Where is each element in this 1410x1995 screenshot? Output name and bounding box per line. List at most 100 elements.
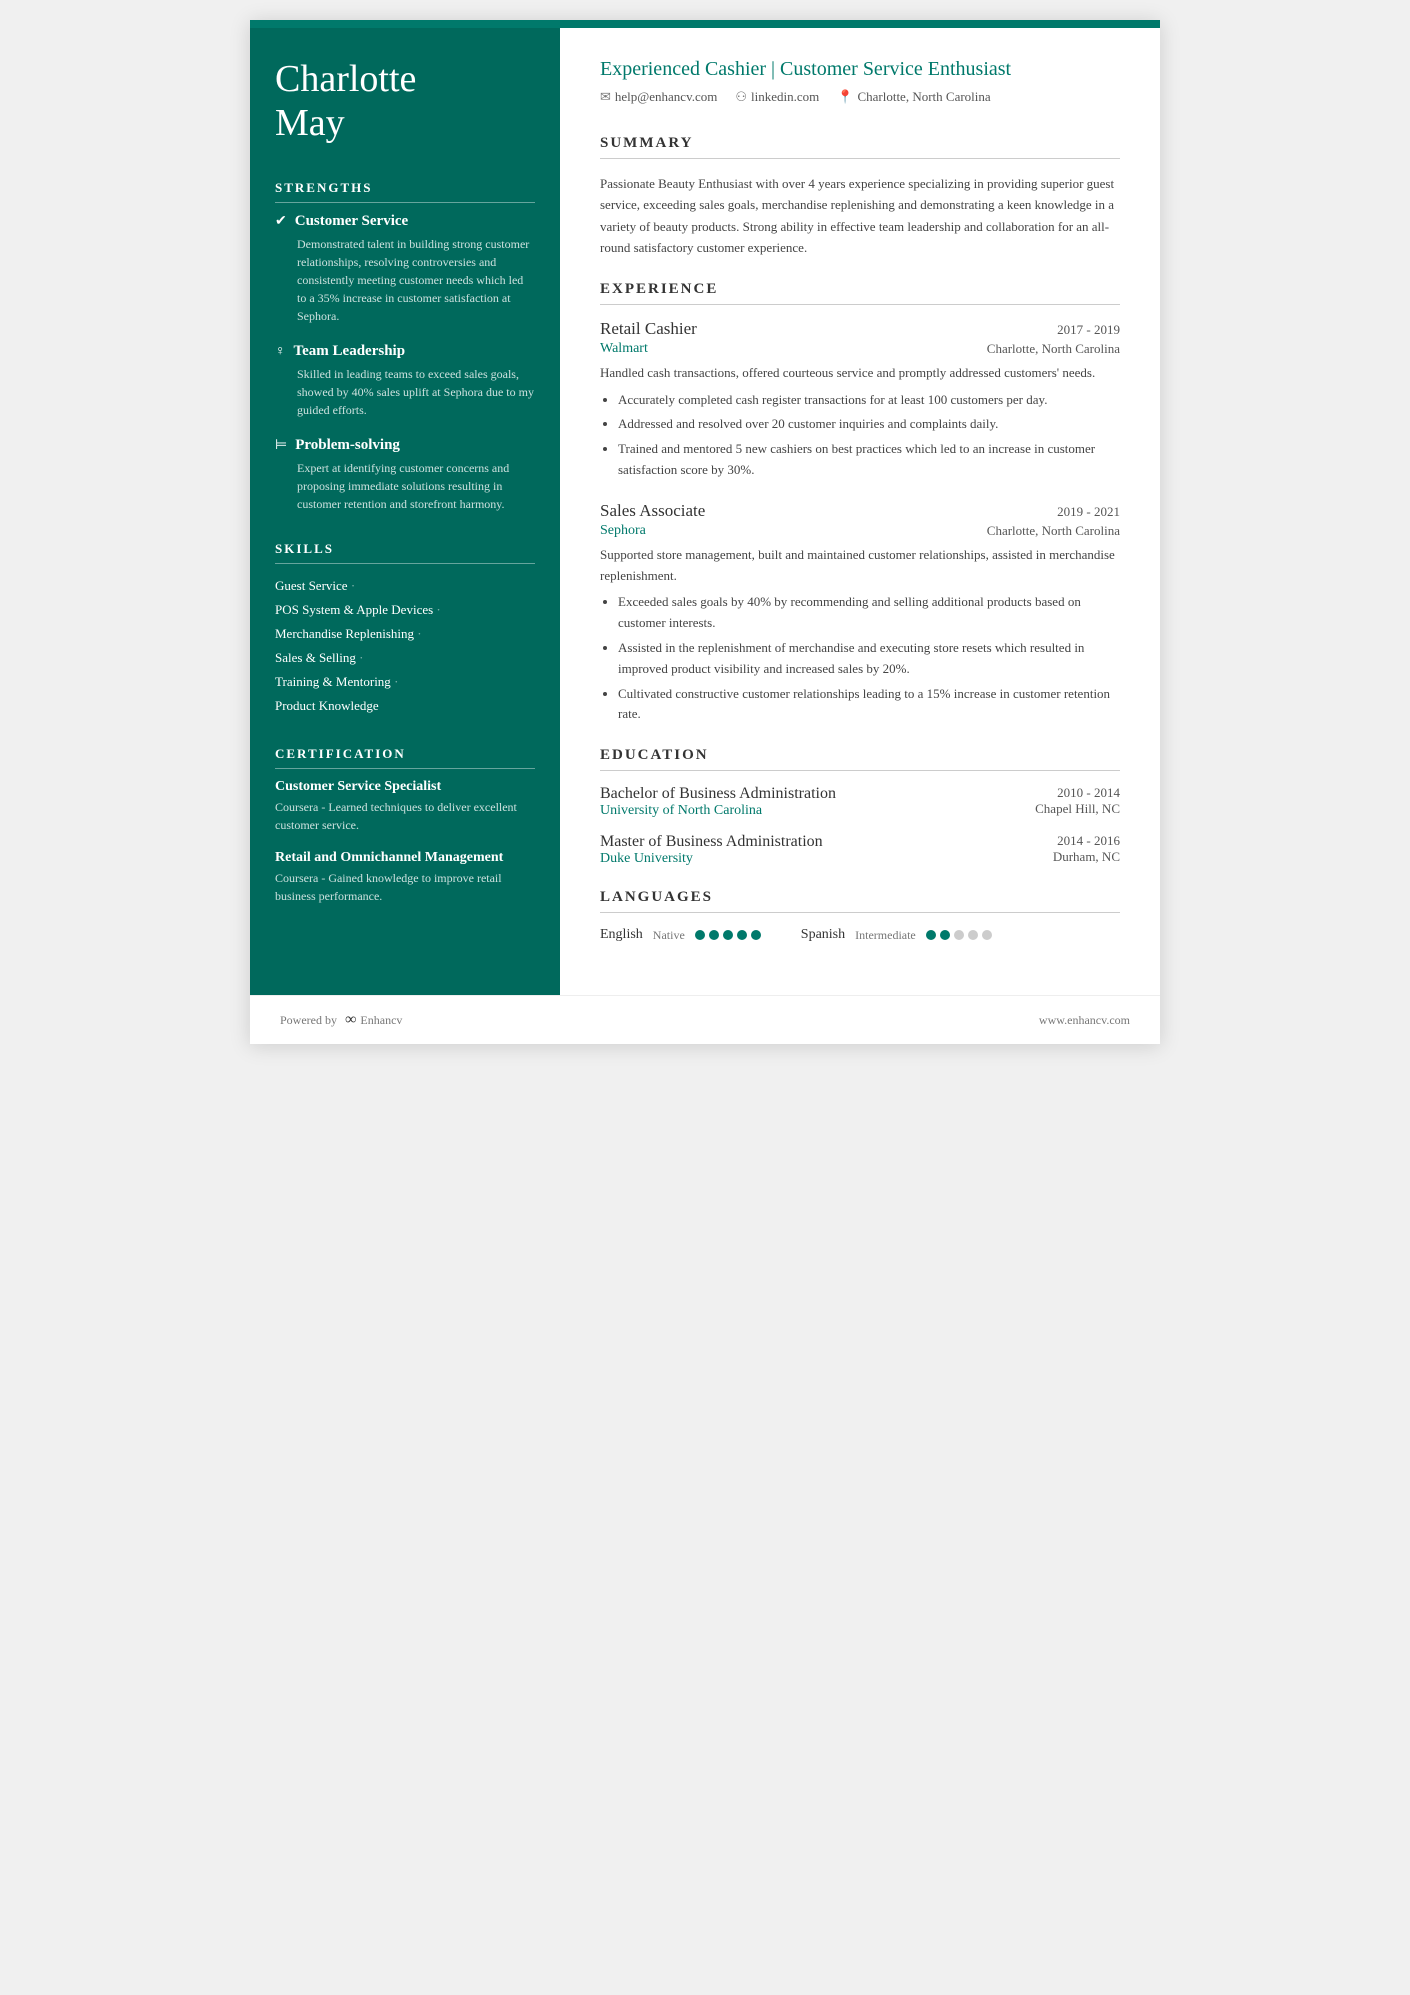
bullet-2-3: Cultivated constructive customer relatio… xyxy=(618,684,1120,726)
skill-training: Training & Mentoring xyxy=(275,670,535,694)
strength-header-3: ⊨ Problem-solving xyxy=(275,437,535,454)
location-text: Charlotte, North Carolina xyxy=(857,89,990,105)
lang-spanish-dots xyxy=(926,930,992,940)
linkedin-icon: ⚇ xyxy=(735,89,747,105)
cert-item-2: Retail and Omnichannel Management Course… xyxy=(275,850,535,905)
email-contact: ✉ help@enhancv.com xyxy=(600,89,717,105)
main-header: Experienced Cashier | Customer Service E… xyxy=(600,58,1120,110)
location-contact: 📍 Charlotte, North Carolina xyxy=(837,89,990,105)
exp-bullets-2: Exceeded sales goals by 40% by recommend… xyxy=(600,592,1120,725)
edu-entry-2: Master of Business Administration Duke U… xyxy=(600,833,1120,867)
skill-sales: Sales & Selling xyxy=(275,646,535,670)
strength-item-2: ♀ Team Leadership Skilled in leading tea… xyxy=(275,343,535,419)
edu-dates-1: 2010 - 2014 xyxy=(1035,785,1120,801)
dot-5 xyxy=(751,930,761,940)
cert-item-1: Customer Service Specialist Coursera - L… xyxy=(275,779,535,834)
job-title: Experienced Cashier | Customer Service E… xyxy=(600,58,1120,81)
main-content: Experienced Cashier | Customer Service E… xyxy=(560,28,1160,995)
dot-s5 xyxy=(982,930,992,940)
resume-body: Charlotte May STRENGTHS ✔ Customer Servi… xyxy=(250,28,1160,995)
exp-role-2: Sales Associate xyxy=(600,501,705,521)
cert-title-2: Retail and Omnichannel Management xyxy=(275,850,535,866)
bullet-2-1: Exceeded sales goals by 40% by recommend… xyxy=(618,592,1120,634)
brand-name: Enhancv xyxy=(360,1013,402,1028)
skill-merchandise: Merchandise Replenishing xyxy=(275,622,535,646)
resume-container: Charlotte May STRENGTHS ✔ Customer Servi… xyxy=(250,20,1160,1044)
candidate-name: Charlotte May xyxy=(275,58,535,145)
exp-dates-2: 2019 - 2021 xyxy=(1057,504,1120,520)
problem-icon: ⊨ xyxy=(275,437,287,454)
bullet-1-1: Accurately completed cash register trans… xyxy=(618,390,1120,411)
email-icon: ✉ xyxy=(600,89,611,105)
strength-header-1: ✔ Customer Service xyxy=(275,213,535,230)
strengths-section: STRENGTHS ✔ Customer Service Demonstrate… xyxy=(275,180,535,513)
lang-english-dots xyxy=(695,930,761,940)
exp-entry-1: Retail Cashier 2017 - 2019 Walmart Charl… xyxy=(600,319,1120,481)
footer-right: www.enhancv.com xyxy=(1039,1013,1130,1028)
email-text: help@enhancv.com xyxy=(615,89,717,105)
dot-4 xyxy=(737,930,747,940)
experience-section: EXPERIENCE Retail Cashier 2017 - 2019 Wa… xyxy=(600,281,1120,725)
strength-item-1: ✔ Customer Service Demonstrated talent i… xyxy=(275,213,535,325)
summary-section: SUMMARY Passionate Beauty Enthusiast wit… xyxy=(600,135,1120,259)
skill-guest-service: Guest Service xyxy=(275,574,535,598)
dot-s2 xyxy=(940,930,950,940)
lang-english-level: Native xyxy=(653,928,685,943)
footer-logo: ∞ Enhancv xyxy=(345,1011,402,1029)
education-title: EDUCATION xyxy=(600,747,1120,771)
strength-title-3: Problem-solving xyxy=(295,437,400,454)
website-text: www.enhancv.com xyxy=(1039,1013,1130,1027)
lang-spanish-level: Intermediate xyxy=(855,928,916,943)
exp-header-row-1: Retail Cashier 2017 - 2019 xyxy=(600,319,1120,339)
edu-right-1: 2010 - 2014 Chapel Hill, NC xyxy=(1035,785,1120,817)
dot-s1 xyxy=(926,930,936,940)
skills-title: SKILLS xyxy=(275,541,535,564)
exp-bullets-1: Accurately completed cash register trans… xyxy=(600,390,1120,481)
edu-left-1: Bachelor of Business Administration Univ… xyxy=(600,785,836,819)
dot-s4 xyxy=(968,930,978,940)
linkedin-text: linkedin.com xyxy=(751,89,819,105)
edu-school-1: University of North Carolina xyxy=(600,803,836,819)
edu-dates-2: 2014 - 2016 xyxy=(1053,833,1120,849)
enhancv-logo-icon: ∞ xyxy=(345,1011,356,1029)
edu-right-2: 2014 - 2016 Durham, NC xyxy=(1053,833,1120,865)
strength-desc-3: Expert at identifying customer concerns … xyxy=(275,459,535,513)
languages-row: English Native Spanish Intermediate xyxy=(600,927,1120,943)
bullet-2-2: Assisted in the replenishment of merchan… xyxy=(618,638,1120,680)
exp-desc-2: Supported store management, built and ma… xyxy=(600,545,1120,587)
edu-loc-2: Durham, NC xyxy=(1053,849,1120,865)
exp-location-2: Charlotte, North Carolina xyxy=(987,523,1120,539)
bullet-1-3: Trained and mentored 5 new cashiers on b… xyxy=(618,439,1120,481)
checkmark-icon: ✔ xyxy=(275,213,287,230)
exp-role-1: Retail Cashier xyxy=(600,319,697,339)
skill-pos-system: POS System & Apple Devices xyxy=(275,598,535,622)
skill-product-knowledge: Product Knowledge xyxy=(275,694,535,718)
lang-english: English Native xyxy=(600,927,761,943)
powered-by-text: Powered by xyxy=(280,1013,337,1028)
summary-title: SUMMARY xyxy=(600,135,1120,159)
contact-line: ✉ help@enhancv.com ⚇ linkedin.com 📍 Char… xyxy=(600,89,1120,105)
edu-loc-1: Chapel Hill, NC xyxy=(1035,801,1120,817)
exp-sub-row-2: Sephora Charlotte, North Carolina xyxy=(600,523,1120,539)
top-accent-bar xyxy=(250,20,1160,28)
exp-company-2: Sephora xyxy=(600,523,646,539)
strengths-title: STRENGTHS xyxy=(275,180,535,203)
strength-title-2: Team Leadership xyxy=(294,343,406,360)
summary-text: Passionate Beauty Enthusiast with over 4… xyxy=(600,173,1120,259)
experience-title: EXPERIENCE xyxy=(600,281,1120,305)
edu-school-2: Duke University xyxy=(600,851,823,867)
lang-spanish-name: Spanish xyxy=(801,927,845,943)
dot-s3 xyxy=(954,930,964,940)
certification-title: CERTIFICATION xyxy=(275,746,535,769)
exp-sub-row-1: Walmart Charlotte, North Carolina xyxy=(600,341,1120,357)
footer-left: Powered by ∞ Enhancv xyxy=(280,1011,402,1029)
exp-location-1: Charlotte, North Carolina xyxy=(987,341,1120,357)
dot-3 xyxy=(723,930,733,940)
edu-degree-2: Master of Business Administration xyxy=(600,833,823,851)
dot-2 xyxy=(709,930,719,940)
sidebar: Charlotte May STRENGTHS ✔ Customer Servi… xyxy=(250,28,560,995)
exp-header-row-2: Sales Associate 2019 - 2021 xyxy=(600,501,1120,521)
lang-spanish: Spanish Intermediate xyxy=(801,927,992,943)
bullet-1-2: Addressed and resolved over 20 customer … xyxy=(618,414,1120,435)
exp-dates-1: 2017 - 2019 xyxy=(1057,322,1120,338)
